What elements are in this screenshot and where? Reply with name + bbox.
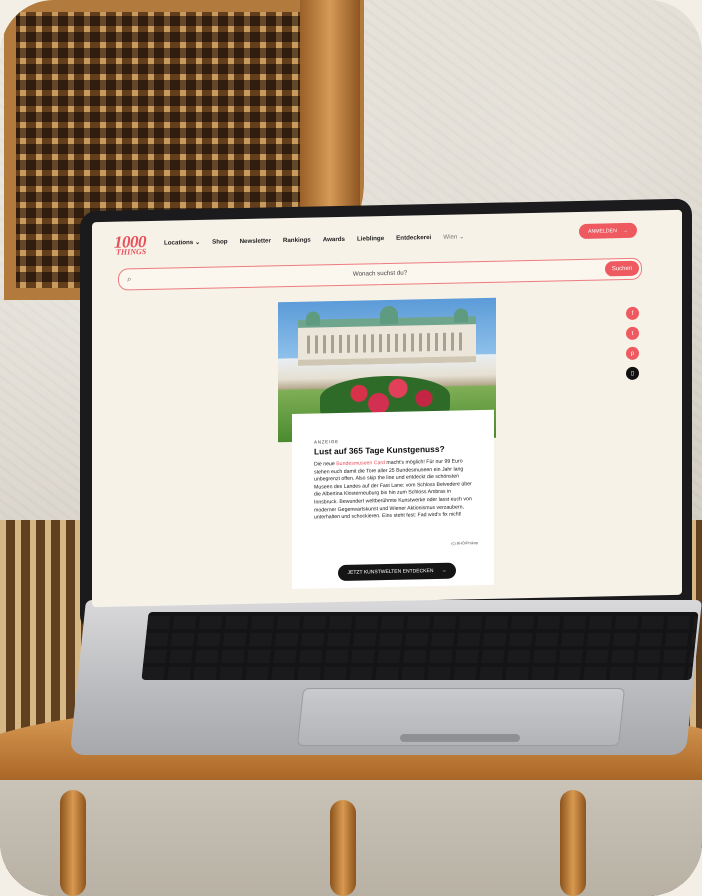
laptop-notch (400, 734, 520, 742)
chair-leg (560, 790, 586, 896)
bundesmuseen-card-link[interactable]: Bundesmuseen Card (336, 460, 385, 467)
nav-item-newsletter[interactable]: Newsletter (240, 237, 271, 245)
chair-leg (60, 790, 86, 896)
article-card: ANZEIGE Lust auf 365 Tage Kunstgenuss? D… (292, 409, 494, 589)
image-credit: (c) BHÖ/Prokop (451, 541, 478, 546)
arrow-right-icon: → (622, 227, 628, 234)
search-button[interactable]: Suchen (605, 260, 639, 277)
cta-label: JETZT KUNSTWELTEN ENTDECKEN (347, 568, 434, 576)
search-input[interactable]: Wonach suchst du? (119, 265, 641, 283)
palace-dome (380, 305, 398, 325)
chair-leg (330, 800, 356, 896)
laptop-screen: 1000 THINGS Locations ⌄ Shop Newsletter … (92, 209, 682, 608)
palace-shape (298, 305, 476, 366)
palace-windows (307, 332, 467, 354)
facebook-icon[interactable]: f (626, 306, 639, 320)
phone-icon[interactable]: ▯ (626, 366, 639, 380)
nav-item-locations[interactable]: Locations ⌄ (164, 239, 200, 247)
photo: 1000 THINGS Locations ⌄ Shop Newsletter … (0, 0, 702, 896)
nav-item-shop[interactable]: Shop (212, 238, 227, 245)
twitter-icon[interactable]: t (626, 326, 639, 340)
main-nav: Locations ⌄ Shop Newsletter Rankings Awa… (164, 233, 464, 246)
body-text: macht's möglich! Für nur 99 Euro stehen … (314, 458, 472, 521)
ad-tag: ANZEIGE (314, 439, 339, 445)
laptop-keyboard (141, 612, 699, 680)
nav-item-rankings[interactable]: Rankings (283, 237, 311, 245)
arrow-right-icon: → (441, 567, 447, 574)
login-label: ANMELDEN (587, 227, 617, 235)
pinterest-icon[interactable]: p (626, 346, 639, 360)
nav-item-awards[interactable]: Awards (323, 236, 345, 243)
site-logo[interactable]: 1000 THINGS (114, 232, 147, 257)
nav-item-lieblinge[interactable]: Lieblinge (357, 235, 384, 243)
login-button[interactable]: ANMELDEN → (579, 222, 637, 239)
article-title: Lust auf 365 Tage Kunstgenuss? (314, 443, 445, 457)
nav-item-entdeckerei[interactable]: Entdeckerei (396, 234, 431, 242)
palace-dome (306, 311, 320, 326)
cta-button[interactable]: JETZT KUNSTWELTEN ENTDECKEN → (338, 562, 456, 582)
palace-dome (454, 308, 468, 323)
logo-word: THINGS (116, 246, 147, 257)
city-select[interactable]: Wien ⌄ (443, 233, 464, 240)
body-text: Die neue (314, 461, 337, 468)
article-body: Die neue Bundesmuseen Card macht's mögli… (314, 458, 474, 522)
